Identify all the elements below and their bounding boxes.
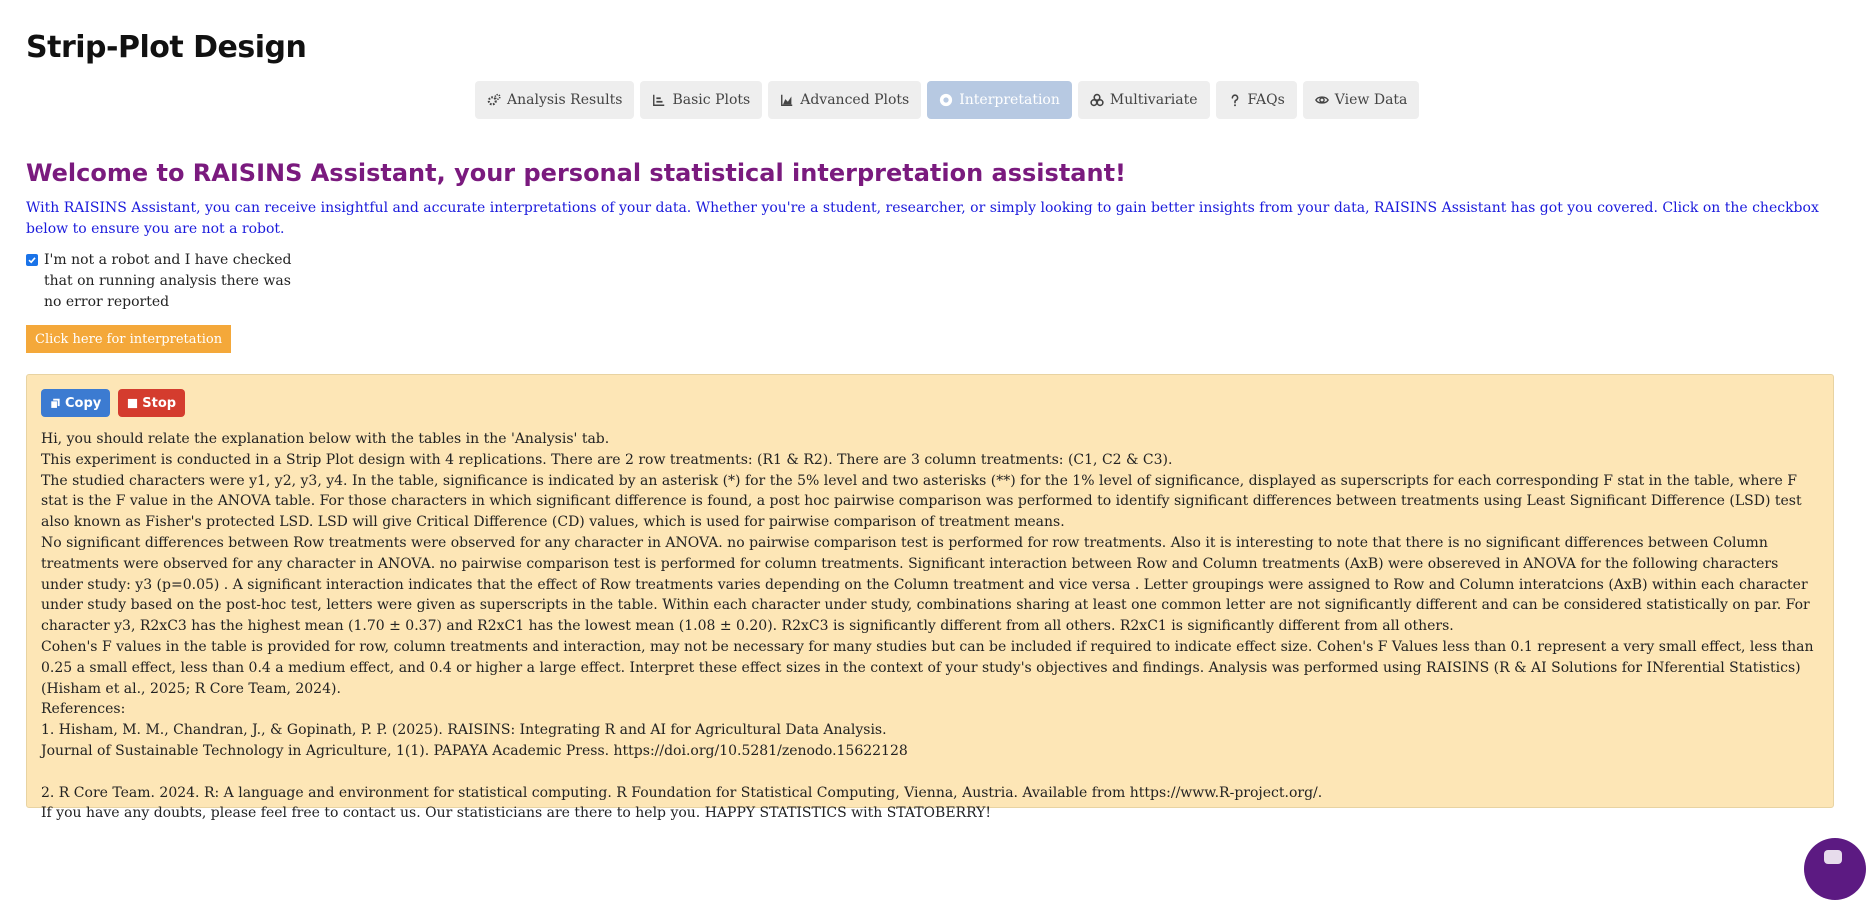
text-line: References:	[41, 701, 126, 718]
text-line: Journal of Sustainable Technology in Agr…	[41, 742, 908, 759]
tab-advanced-plots[interactable]: Advanced Plots	[768, 81, 922, 119]
tab-faqs[interactable]: FAQs	[1215, 81, 1297, 119]
text-line: This experiment is conducted in a Strip …	[41, 451, 1173, 468]
chat-launcher-button[interactable]	[1804, 838, 1866, 900]
chat-icon	[1824, 850, 1842, 864]
robot-icon	[939, 93, 953, 107]
text-line: Cohen's F values in the table is provide…	[41, 638, 1814, 697]
eye-icon	[1314, 93, 1329, 107]
text-line: 1. Hisham, M. M., Chandran, J., & Gopina…	[41, 722, 887, 739]
copy-icon	[50, 398, 60, 409]
text-line: If you have any doubts, please feel free…	[41, 805, 992, 822]
intro-text: With RAISINS Assistant, you can receive …	[26, 200, 1819, 237]
question-icon	[1228, 93, 1242, 107]
tab-label: Multivariate	[1109, 92, 1198, 108]
text-line: 2. R Core Team. 2024. R: A language and …	[41, 784, 1323, 801]
robot-check-label: I'm not a robot and I have checked that …	[44, 252, 292, 310]
text-line	[41, 762, 1819, 783]
interpretation-panel: Copy Stop Hi, you should relate the expl…	[26, 374, 1834, 821]
stop-button[interactable]: Stop	[118, 389, 186, 417]
tab-label: View Data	[1334, 92, 1408, 108]
tab-view-data[interactable]: View Data	[1302, 81, 1420, 119]
interpretation-text: Hi, you should relate the explanation be…	[41, 429, 1819, 824]
tab-basic-plots[interactable]: Basic Plots	[640, 81, 763, 119]
tab-label: Analysis Results	[507, 92, 623, 108]
page-title: Strip-Plot Design	[26, 30, 307, 65]
panel-toolbar: Copy Stop	[41, 389, 1819, 417]
stop-icon	[128, 398, 138, 408]
bar-chart-icon	[652, 93, 666, 107]
text-line: No significant differences between Row t…	[41, 534, 1810, 635]
text-line: Hi, you should relate the explanation be…	[41, 431, 610, 447]
text-line: The studied characters were y1, y2, y3, …	[41, 472, 1802, 531]
cogs-icon	[487, 93, 501, 107]
welcome-heading: Welcome to RAISINS Assistant, your perso…	[26, 159, 1126, 187]
copy-button[interactable]: Copy	[41, 389, 111, 417]
tab-multivariate[interactable]: Multivariate	[1077, 81, 1210, 119]
tab-label: Interpretation	[959, 92, 1060, 108]
tab-interpretation[interactable]: Interpretation	[927, 81, 1072, 119]
robot-checkbox[interactable]	[26, 254, 38, 266]
tab-label: Advanced Plots	[800, 92, 910, 108]
tab-label: FAQs	[1247, 92, 1285, 108]
stop-label: Stop	[142, 395, 177, 411]
tab-label: Basic Plots	[672, 92, 751, 108]
check-icon	[28, 257, 36, 264]
area-chart-icon	[780, 93, 794, 107]
interpretation-button[interactable]: Click here for interpretation	[26, 325, 232, 353]
circles-icon	[1090, 93, 1104, 107]
copy-label: Copy	[65, 395, 102, 411]
tab-analysis-results[interactable]: Analysis Results	[475, 81, 635, 119]
robot-check[interactable]: I'm not a robot and I have checked that …	[26, 250, 306, 313]
tab-bar: Analysis Results Basic Plots Advanced Pl…	[475, 81, 1420, 119]
